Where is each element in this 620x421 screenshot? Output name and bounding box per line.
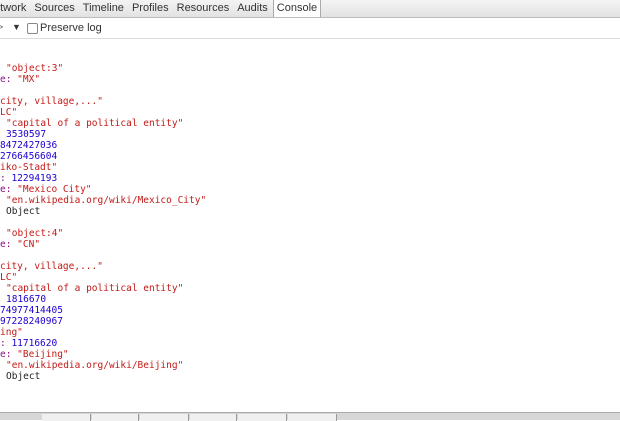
tab-sources[interactable]: Sources bbox=[31, 0, 77, 17]
tab-network[interactable]: etwork bbox=[0, 0, 29, 17]
console-line: : 11716620 bbox=[0, 338, 57, 349]
console-line: LC" bbox=[0, 107, 17, 118]
console-line: 97228240967 bbox=[0, 316, 63, 327]
console-line: Object bbox=[6, 371, 40, 382]
console-token: 97228240967 bbox=[0, 316, 63, 327]
console-token: 8472427036 bbox=[0, 140, 58, 151]
tab-resources[interactable]: Resources bbox=[174, 0, 233, 17]
console-line: "object:4" bbox=[6, 228, 63, 239]
console-token: 1816670 bbox=[6, 294, 47, 305]
console-token: e: bbox=[0, 239, 18, 250]
console-line: 3530597 bbox=[6, 129, 46, 140]
filter-arrow-icon[interactable]: > bbox=[0, 22, 3, 32]
console-line: "en.wikipedia.org/wiki/Beijing" bbox=[6, 360, 183, 371]
preserve-log-checkbox[interactable] bbox=[27, 23, 38, 34]
console-line: : 12294193 bbox=[0, 173, 57, 184]
console-token: 74977414405 bbox=[0, 305, 63, 316]
tab-profiles[interactable]: Profiles bbox=[129, 0, 172, 17]
preserve-log-label: Preserve log bbox=[40, 22, 102, 34]
console-token: 2766456604 bbox=[0, 151, 58, 162]
console-line: e: "Beijing" bbox=[0, 349, 69, 360]
console-token: "en.wikipedia.org/wiki/Mexico_City" bbox=[6, 195, 207, 206]
console-line: "capital of a political entity" bbox=[6, 283, 183, 294]
tab-audits[interactable]: Audits bbox=[234, 0, 271, 17]
console-token: LC" bbox=[0, 107, 18, 118]
console-token: : bbox=[0, 173, 12, 184]
console-output[interactable]: "object:3" e: "MX" city, village,..." LC" "c… bbox=[0, 40, 620, 412]
console-token: LC" bbox=[0, 272, 18, 283]
console-line: "object:3" bbox=[6, 63, 63, 74]
console-token: e: bbox=[0, 184, 18, 195]
console-token: "Beijing" bbox=[17, 349, 69, 360]
console-line: e: "MX" bbox=[0, 74, 40, 85]
console-line: "capital of a political entity" bbox=[6, 118, 183, 129]
console-line: city, village,..." bbox=[0, 261, 103, 272]
console-line: Object bbox=[6, 206, 40, 217]
devtools-tab-bar: etworkSourcesTimelineProfilesResourcesAu… bbox=[0, 0, 620, 18]
console-token: ing" bbox=[0, 327, 23, 338]
console-line: "en.wikipedia.org/wiki/Mexico_City" bbox=[6, 195, 206, 206]
console-token: "CN" bbox=[17, 239, 41, 250]
console-token: "en.wikipedia.org/wiki/Beijing" bbox=[6, 360, 184, 371]
console-token: "object:3" bbox=[6, 63, 64, 74]
tab-console[interactable]: Console bbox=[272, 0, 322, 17]
console-line: 2766456604 bbox=[0, 151, 57, 162]
console-token: "Mexico City" bbox=[17, 184, 92, 195]
console-line: city, village,..." bbox=[0, 96, 103, 107]
tab-timeline[interactable]: Timeline bbox=[80, 0, 127, 17]
console-toolbar: > ▼ Preserve log bbox=[0, 18, 620, 39]
console-line: e: "CN" bbox=[0, 239, 40, 250]
console-token: 12294193 bbox=[11, 173, 58, 184]
console-token: : bbox=[0, 338, 12, 349]
bottom-drawer-bar bbox=[0, 412, 620, 421]
console-token: 3530597 bbox=[6, 129, 47, 140]
console-line: e: "Mexico City" bbox=[0, 184, 92, 195]
console-token: e: bbox=[0, 74, 18, 85]
console-line: LC" bbox=[0, 272, 17, 283]
console-token: "MX" bbox=[17, 74, 41, 85]
console-token: "capital of a political entity" bbox=[6, 118, 184, 129]
console-token: iko-Stadt" bbox=[0, 162, 58, 173]
console-token: city, village,..." bbox=[0, 96, 103, 107]
console-line: ing" bbox=[0, 327, 23, 338]
console-line: 74977414405 bbox=[0, 305, 63, 316]
console-line: iko-Stadt" bbox=[0, 162, 57, 173]
console-token: city, village,..." bbox=[0, 261, 103, 272]
console-token: 11716620 bbox=[11, 338, 58, 349]
dropdown-triangle-icon[interactable]: ▼ bbox=[12, 22, 21, 32]
console-token: Object bbox=[6, 371, 41, 382]
console-token: e: bbox=[0, 349, 18, 360]
console-line: 8472427036 bbox=[0, 140, 57, 151]
console-token: "capital of a political entity" bbox=[6, 283, 184, 294]
console-token: "object:4" bbox=[6, 228, 64, 239]
console-token: Object bbox=[6, 206, 41, 217]
console-line: 1816670 bbox=[6, 294, 46, 305]
